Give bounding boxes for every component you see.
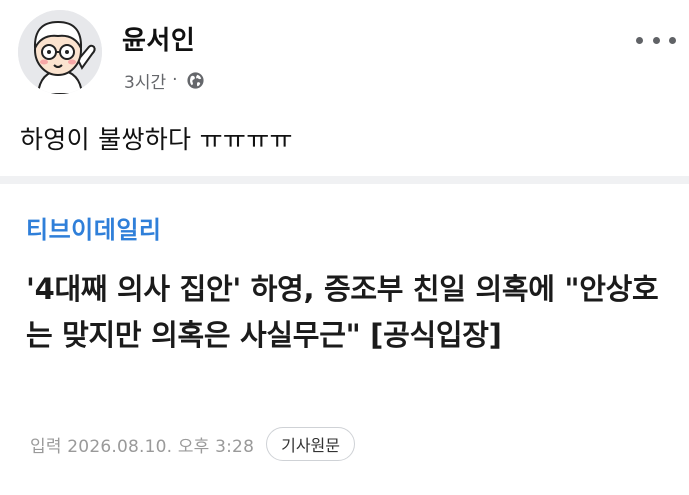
more-dot <box>636 36 643 44</box>
author-name[interactable]: 윤서인 <box>122 20 195 57</box>
avatar[interactable] <box>18 10 102 94</box>
more-dot <box>652 36 660 44</box>
article-meta: 입력 2026.08.10. 오후 3:28 기사원문 <box>30 426 355 462</box>
globe-icon[interactable] <box>186 71 205 90</box>
post-container: 윤서인 3시간 · 하영이 불쌍하다 ㅠㅠㅠㅠ 티브이데일리 '4대째 의사 집… <box>0 0 689 495</box>
card-divider <box>0 176 689 184</box>
article-headline[interactable]: '4대째 의사 집안' 하영, 증조부 친일 의혹에 "안상호는 맞지만 의혹은… <box>26 266 666 358</box>
news-outlet-name: 티브이데일리 <box>26 216 162 244</box>
more-dot <box>669 36 676 44</box>
more-options-button[interactable] <box>636 30 676 50</box>
post-text: 하영이 불쌍하다 ㅠㅠㅠㅠ <box>20 125 293 154</box>
article-date: 입력 2026.08.10. 오후 3:28 <box>30 436 255 457</box>
meta-separator: · <box>172 70 178 90</box>
post-meta: 3시간 · <box>124 68 205 93</box>
original-article-button[interactable]: 기사원문 <box>266 427 355 461</box>
post-time[interactable]: 3시간 <box>124 68 166 93</box>
cartoon-avatar-image <box>18 10 102 94</box>
